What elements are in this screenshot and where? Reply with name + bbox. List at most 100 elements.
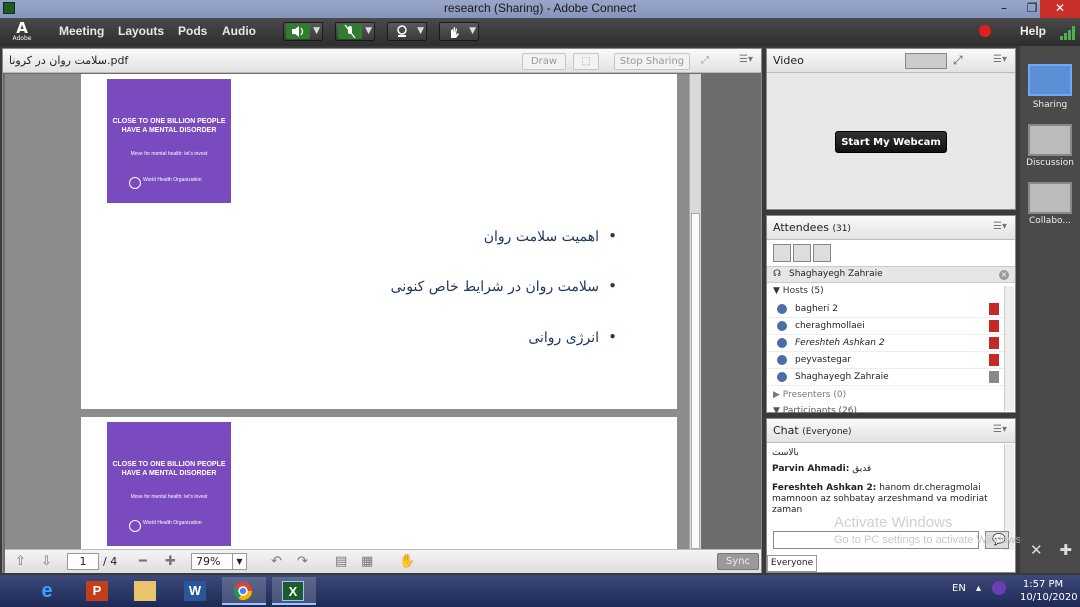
tray-app-icon[interactable] [992, 581, 1006, 595]
language-indicator[interactable]: EN [952, 583, 966, 594]
add-layout-icon[interactable]: ✚ [1059, 541, 1072, 559]
host-avatar-icon [777, 372, 787, 382]
breakout-icon[interactable] [793, 244, 811, 262]
clear-status-icon[interactable]: × [999, 270, 1009, 280]
document-toolbar: ⇧ ⇩ 1 / 4 ━ ✚ 79% ▼ ↶ ↷ ▤ ▦ ✋ Sync [5, 549, 761, 573]
attendee-row[interactable]: Shaghayegh Zahraie [767, 369, 1005, 386]
current-user-row[interactable]: ☊ Shaghayegh Zahraie × [767, 266, 1015, 283]
pod-menu-icon[interactable]: ☰▾ [993, 424, 1007, 435]
mic-status-icon [989, 320, 999, 332]
chat-title: Chat [773, 424, 799, 437]
hosts-label: Hosts (5) [782, 286, 824, 296]
microphone-button[interactable]: ▼ [335, 22, 375, 41]
zoom-select[interactable]: 79% ▼ [191, 553, 247, 570]
video-layout-icon[interactable] [905, 53, 947, 69]
stop-sharing-button[interactable]: Stop Sharing [614, 53, 690, 70]
word-icon[interactable]: W [174, 577, 218, 605]
participants-group[interactable]: ▼ Participants (26) [773, 406, 857, 414]
page-total: / 4 [103, 555, 118, 568]
tray-chevron-icon[interactable]: ▴ [976, 583, 981, 594]
chevron-down-icon: ▼ [313, 26, 320, 36]
chat-message: Fereshteh Ashkan 2: hanom dr.cheragmolai… [772, 483, 988, 515]
speaker-icon [286, 24, 310, 39]
powerpoint-icon[interactable]: P [76, 577, 120, 605]
rotate-left-icon[interactable]: ↶ [271, 554, 282, 569]
zoom-out-icon[interactable]: ━ [139, 554, 147, 569]
pod-menu-icon[interactable]: ☰▾ [993, 221, 1007, 232]
fullscreen-icon[interactable]: ⤢ [953, 53, 963, 68]
start-webcam-button[interactable]: Start My Webcam [835, 131, 947, 153]
rotate-right-icon[interactable]: ↷ [297, 554, 308, 569]
zoom-value: 79% [196, 555, 221, 568]
layout-label: Sharing [1032, 100, 1068, 110]
adobe-logo-text: Adobe [12, 35, 32, 42]
minimize-button[interactable]: – [990, 0, 1018, 18]
zoom-in-icon[interactable]: ✚ [165, 554, 176, 569]
current-user-name: Shaghayegh Zahraie [789, 269, 883, 279]
layout-sharing[interactable] [1028, 64, 1072, 96]
pod-menu-icon[interactable]: ☰▾ [739, 54, 753, 65]
menu-meeting[interactable]: Meeting [59, 24, 104, 38]
raise-hand-button[interactable]: ▼ [439, 22, 479, 41]
fullscreen-icon[interactable]: ⤢ [695, 53, 715, 70]
attendee-view-tools [773, 244, 833, 262]
pod-menu-icon[interactable]: ☰▾ [993, 54, 1007, 65]
adobe-connect-icon[interactable]: X [272, 577, 316, 605]
chat-pod: Chat (Everyone) ☰▾ بالاست Parvin Ahmadi:… [766, 418, 1016, 573]
chat-tab-everyone[interactable]: Everyone [767, 555, 817, 572]
delete-layout-icon[interactable]: ✕ [1030, 541, 1043, 559]
document-scrollbar[interactable] [689, 74, 701, 549]
hosts-group[interactable]: ▼ Hosts (5) [773, 286, 824, 296]
windows-taskbar: e P W X EN ▴ 1:57 PM 10/10/2020 [0, 575, 1080, 607]
raise-hand-icon [442, 24, 466, 39]
attendees-scrollbar[interactable] [1004, 286, 1014, 411]
single-page-icon[interactable]: ▤ [335, 554, 347, 569]
chat-scope: (Everyone) [802, 427, 852, 437]
host-avatar-icon [777, 304, 787, 314]
attendees-count: (31) [832, 224, 851, 234]
menu-audio[interactable]: Audio [222, 24, 256, 38]
document-view[interactable]: CLOSE TO ONE BILLION PEOPLE HAVE A MENTA… [5, 74, 701, 549]
internet-explorer-icon[interactable]: e [26, 577, 70, 605]
webcam-button[interactable]: ▼ [387, 22, 427, 41]
next-page-icon[interactable]: ⇩ [41, 554, 52, 569]
chrome-icon[interactable] [222, 577, 266, 605]
scrollbar-thumb[interactable] [691, 213, 700, 549]
hand-tool-icon[interactable]: ✋ [399, 554, 415, 569]
clock-time: 1:57 PM [1022, 579, 1064, 590]
speaker-button[interactable]: ▼ [283, 22, 323, 41]
menu-pods[interactable]: Pods [178, 24, 207, 38]
attendee-row[interactable]: peyvastegar [767, 352, 1005, 369]
sync-view-button[interactable]: ⬚ [573, 53, 599, 70]
multi-page-icon[interactable]: ▦ [361, 554, 373, 569]
attendee-row[interactable]: Fereshteh Ashkan 2 [767, 335, 1005, 352]
share-pod: سلامت روان در کرونا.pdf Draw ⬚ Stop Shar… [2, 48, 762, 573]
list-view-icon[interactable] [773, 244, 791, 262]
layout-discussion[interactable] [1028, 124, 1072, 156]
mic-status-icon [989, 337, 999, 349]
sync-button[interactable]: Sync [717, 553, 759, 570]
mic-status-icon [989, 303, 999, 315]
record-icon[interactable] [979, 25, 991, 37]
webcam-icon [390, 24, 414, 39]
status-view-icon[interactable] [813, 244, 831, 262]
help-menu[interactable]: Help [1020, 24, 1046, 38]
prev-page-icon[interactable]: ⇧ [15, 554, 26, 569]
page-number-input[interactable]: 1 [67, 553, 99, 570]
draw-button[interactable]: Draw [522, 53, 566, 70]
layout-collaboration[interactable] [1028, 182, 1072, 214]
slide-page-1: CLOSE TO ONE BILLION PEOPLE HAVE A MENTA… [81, 74, 677, 409]
chat-author: Fereshteh Ashkan 2: [772, 483, 877, 493]
slide-bullet: انرژی روانی [528, 328, 616, 346]
close-button[interactable]: ✕ [1040, 0, 1080, 18]
attendee-row[interactable]: cheraghmollaei [767, 318, 1005, 335]
system-clock[interactable]: 1:57 PM 10/10/2020 [1020, 578, 1078, 604]
file-explorer-icon[interactable] [124, 577, 168, 605]
attendee-row[interactable]: bagheri 2 [767, 301, 1005, 318]
window-titlebar: research (Sharing) - Adobe Connect – ❐ ✕ [0, 0, 1080, 18]
menu-layouts[interactable]: Layouts [118, 24, 164, 38]
poster-org: World Health Organization [143, 177, 202, 183]
presenters-group[interactable]: ▶ Presenters (0) [773, 390, 846, 400]
video-pod: Video ⤢ ☰▾ Start My Webcam [766, 48, 1016, 210]
who-poster: CLOSE TO ONE BILLION PEOPLE HAVE A MENTA… [107, 422, 231, 546]
